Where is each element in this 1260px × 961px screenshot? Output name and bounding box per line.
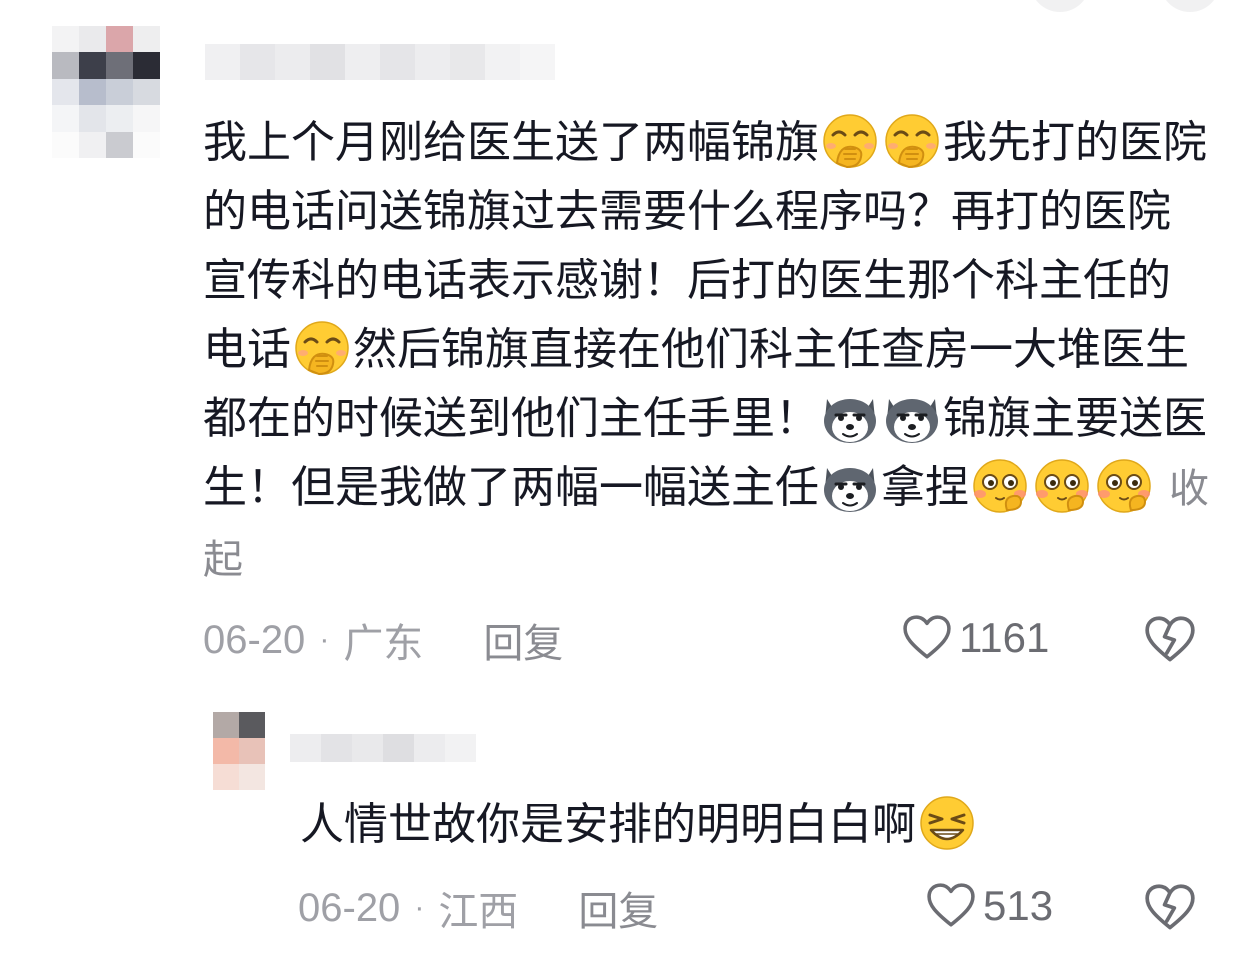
heart-icon	[927, 883, 975, 927]
like-button[interactable]: 513	[927, 882, 1053, 930]
comment-location: 广东	[343, 621, 424, 667]
husky-dog-emoji	[884, 397, 940, 445]
avatar[interactable]	[213, 712, 265, 790]
username[interactable]	[205, 44, 555, 80]
husky-dog-emoji	[822, 466, 878, 514]
comment-text-part: 拿捏	[881, 462, 969, 513]
comment-text-part: 我上个月刚给医生送了两幅锦旗	[203, 117, 819, 168]
comment-location: 江西	[438, 889, 519, 935]
username[interactable]	[290, 734, 476, 762]
heart-icon	[903, 615, 951, 659]
cover-mouth-emoji	[294, 320, 350, 376]
like-count: 513	[983, 882, 1054, 929]
top-partial-button-2	[1160, 0, 1220, 12]
comment-meta: 06-20 · 江西 回复	[298, 878, 658, 938]
comment-meta: 06-20 · 广东 回复	[203, 610, 563, 670]
husky-dog-emoji	[822, 397, 878, 445]
comment-text[interactable]: 人情世故你是安排的明明白白啊	[300, 790, 1200, 859]
comment-date: 06-20	[298, 885, 401, 930]
broken-heart-icon[interactable]	[1145, 616, 1195, 664]
comment-text[interactable]: 我上个月刚给医生送了两幅锦旗 我先打的医院的电话问送锦旗过去需要什么程序吗？再打的…	[203, 108, 1213, 595]
separator: ·	[414, 891, 425, 924]
like-count: 1161	[959, 614, 1050, 661]
reply-button[interactable]: 回复	[578, 879, 658, 937]
separator: ·	[319, 623, 330, 656]
top-partial-button	[1030, 0, 1090, 12]
comment-section: 我上个月刚给医生送了两幅锦旗 我先打的医院的电话问送锦旗过去需要什么程序吗？再打的…	[0, 0, 1260, 961]
comment-date: 06-20	[203, 617, 306, 662]
like-button[interactable]: 1161	[903, 614, 1049, 662]
reply-button[interactable]: 回复	[483, 611, 563, 669]
pinch-fingers-emoji	[1035, 459, 1089, 513]
comment-text-part: 人情世故你是安排的明明白白啊	[300, 799, 916, 850]
cover-mouth-emoji	[884, 113, 940, 169]
broken-heart-icon[interactable]	[1145, 884, 1195, 932]
avatar[interactable]	[52, 26, 160, 158]
pinch-fingers-emoji	[1097, 459, 1151, 513]
pinch-fingers-emoji	[973, 459, 1027, 513]
smirk-emoji	[919, 795, 975, 851]
cover-mouth-emoji	[822, 113, 878, 169]
